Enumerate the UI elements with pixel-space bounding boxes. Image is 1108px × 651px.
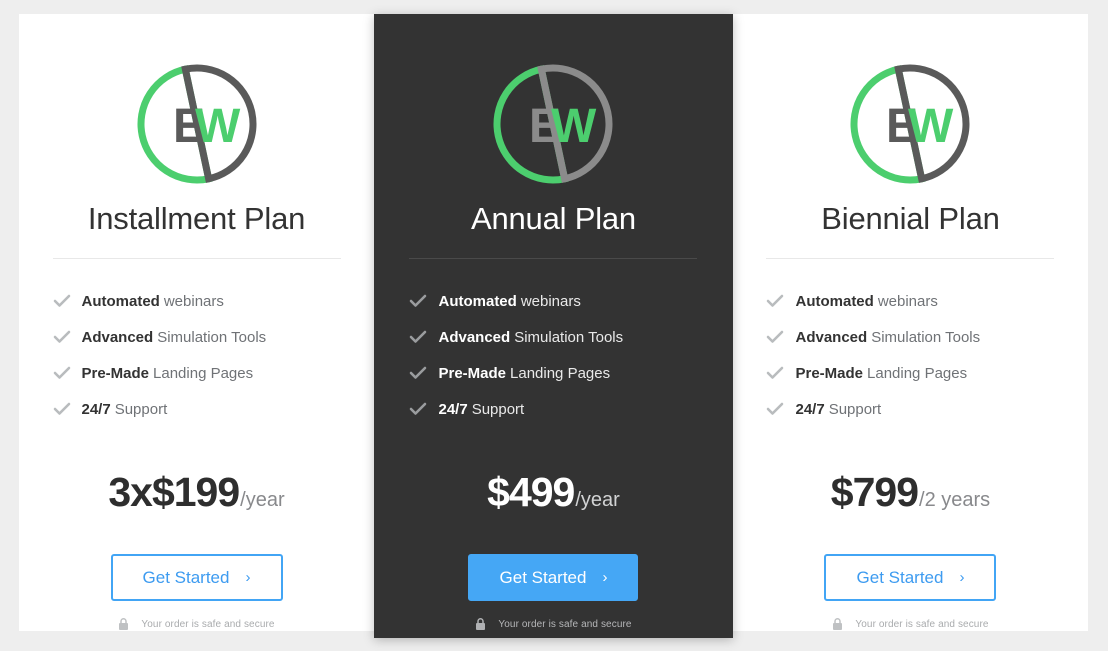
feature-rest: webinars (520, 292, 581, 310)
list-item: 24/7 Support (409, 391, 697, 427)
feature-strong: Automated (438, 292, 517, 310)
feature-list: Automated webinars Advanced Simulation T… (766, 283, 1054, 427)
feature-rest: Simulation Tools (157, 328, 267, 346)
feature-strong: Pre-Made (795, 364, 864, 382)
feature-strong: Advanced (438, 328, 511, 346)
check-icon (409, 366, 427, 380)
price-block: $799 /2 years (831, 469, 990, 516)
price-period: /year (575, 489, 620, 512)
feature-strong: 24/7 (795, 400, 825, 418)
price-block: $499 /year (487, 469, 620, 516)
list-item: Automated webinars (766, 283, 1054, 319)
price-amount: 3x$199 (108, 469, 240, 516)
check-icon (766, 330, 784, 344)
get-started-label: Get Started (499, 567, 587, 587)
feature-rest: webinars (877, 292, 938, 310)
plan-title: Biennial Plan (821, 201, 1000, 236)
list-item: Pre-Made Landing Pages (409, 355, 697, 391)
feature-strong: Advanced (795, 328, 868, 346)
chevron-right-icon: › (602, 569, 608, 587)
check-icon (409, 330, 427, 344)
ew-circle-logo-icon: E W (133, 60, 261, 188)
check-icon (53, 402, 71, 416)
plan-card-installment: E W Installment Plan Automated webinars … (19, 14, 374, 631)
get-started-label: Get Started (142, 567, 230, 587)
get-started-button[interactable]: Get Started › (110, 554, 283, 601)
feature-strong: Advanced (81, 328, 154, 346)
pricing-table: E W Installment Plan Automated webinars … (19, 14, 1088, 638)
list-item: Automated webinars (53, 283, 341, 319)
check-icon (766, 366, 784, 380)
check-icon (53, 366, 71, 380)
feature-strong: 24/7 (438, 400, 468, 418)
plan-card-biennial: E W Biennial Plan Automated webinars Adv… (732, 14, 1088, 631)
lock-icon (118, 618, 129, 631)
plan-title: Annual Plan (470, 201, 636, 236)
feature-rest: Landing Pages (510, 364, 611, 382)
list-item: Advanced Simulation Tools (409, 319, 697, 355)
lock-icon (475, 618, 486, 631)
price-block: 3x$199 /year (108, 469, 284, 516)
check-icon (766, 294, 784, 308)
feature-rest: webinars (163, 292, 224, 310)
title-divider (766, 258, 1055, 260)
secure-text: Your order is safe and secure (855, 619, 989, 630)
check-icon (766, 402, 784, 416)
check-icon (53, 330, 71, 344)
secure-notice: Your order is safe and secure (475, 618, 631, 631)
secure-notice: Your order is safe and secure (832, 618, 988, 631)
feature-rest: Simulation Tools (871, 328, 981, 346)
lock-icon (832, 618, 843, 631)
list-item: Pre-Made Landing Pages (766, 355, 1054, 391)
svg-text:W: W (908, 100, 954, 153)
list-item: Advanced Simulation Tools (53, 319, 341, 355)
feature-strong: Automated (795, 292, 874, 310)
feature-strong: Automated (81, 292, 160, 310)
chevron-right-icon: › (245, 569, 251, 587)
get-started-label: Get Started (856, 567, 944, 587)
price-amount: $799 (830, 469, 919, 516)
list-item: 24/7 Support (53, 391, 341, 427)
secure-text: Your order is safe and secure (141, 619, 275, 630)
secure-notice: Your order is safe and secure (118, 618, 274, 631)
price-amount: $499 (487, 469, 575, 516)
ew-circle-logo-icon: E W (846, 60, 974, 188)
secure-text: Your order is safe and secure (498, 619, 632, 631)
feature-rest: Support (828, 400, 882, 418)
svg-text:W: W (195, 100, 241, 153)
svg-text:W: W (551, 100, 597, 153)
price-period: /year (240, 489, 285, 512)
chevron-right-icon: › (959, 569, 965, 587)
list-item: 24/7 Support (766, 391, 1054, 427)
feature-strong: Pre-Made (438, 364, 507, 382)
feature-list: Automated webinars Advanced Simulation T… (53, 283, 341, 427)
check-icon (409, 402, 427, 416)
title-divider (52, 258, 341, 260)
feature-strong: Pre-Made (81, 364, 150, 382)
list-item: Advanced Simulation Tools (766, 319, 1054, 355)
list-item: Automated webinars (409, 283, 697, 319)
feature-list: Automated webinars Advanced Simulation T… (409, 283, 697, 427)
check-icon (53, 294, 71, 308)
list-item: Pre-Made Landing Pages (53, 355, 341, 391)
ew-circle-logo-icon: E W (489, 60, 617, 188)
title-divider (409, 258, 698, 260)
feature-rest: Support (114, 400, 168, 418)
get-started-button[interactable]: Get Started › (468, 554, 639, 602)
check-icon (409, 294, 427, 308)
feature-rest: Simulation Tools (514, 328, 624, 346)
feature-rest: Landing Pages (153, 364, 254, 382)
feature-rest: Landing Pages (867, 364, 968, 382)
get-started-button[interactable]: Get Started › (824, 554, 997, 601)
feature-rest: Support (471, 400, 525, 418)
plan-title: Installment Plan (87, 201, 306, 236)
plan-card-annual: E W Annual Plan Automated webinars Advan… (374, 14, 733, 638)
price-period: /2 years (919, 489, 991, 512)
feature-strong: 24/7 (81, 400, 111, 418)
